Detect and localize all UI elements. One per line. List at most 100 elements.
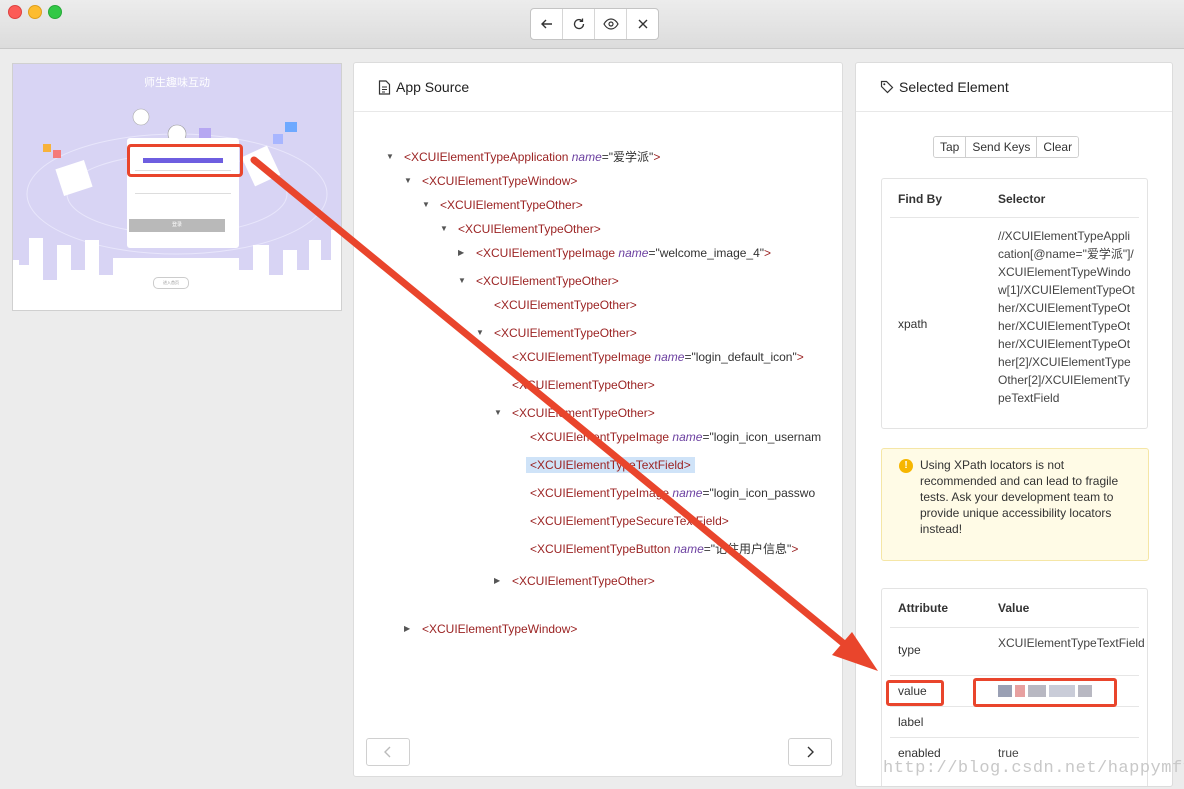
tree-node[interactable]: <XCUIElementTypeImage name="welcome_imag… <box>476 245 771 261</box>
tree-node[interactable]: <XCUIElementTypeOther> <box>476 273 619 289</box>
tree-node[interactable]: <XCUIElementTypeOther> <box>494 325 637 341</box>
caret-down-icon[interactable]: ▼ <box>476 328 484 337</box>
back-button[interactable] <box>531 9 563 39</box>
screenshot-wave-decoration <box>13 230 341 310</box>
send-keys-button[interactable]: Send Keys <box>966 137 1038 157</box>
device-screenshot[interactable]: 师生趣味互动 登录 进入首页 <box>12 63 342 311</box>
zoom-window-button[interactable] <box>48 5 62 19</box>
tree-node[interactable]: <XCUIElementTypeButton name="记住用户信息"> <box>530 541 798 557</box>
tree-node-attr: name <box>669 430 703 444</box>
tree-node[interactable]: <XCUIElementTypeImage name="login_icon_p… <box>530 485 815 501</box>
tree-node-tag: <XCUIElementTypeOther> <box>512 406 655 420</box>
inspect-toggle-button[interactable] <box>595 9 627 39</box>
enter-home-pill[interactable]: 进入首页 <box>153 277 189 289</box>
tree-node-tag: <XCUIElementTypeTextField> <box>530 458 691 472</box>
tree-node-value: "记住用户信息" <box>710 542 792 556</box>
tree-node-tag: <XCUIElementTypeImage <box>512 350 652 364</box>
tree-node[interactable]: <XCUIElementTypeOther> <box>458 221 601 237</box>
tree-node[interactable]: <XCUIElementTypeImage name="login_defaul… <box>512 349 804 365</box>
tree-node-tag: <XCUIElementTypeOther> <box>512 378 655 392</box>
tree-node[interactable]: <XCUIElementTypeOther> <box>440 197 583 213</box>
selected-element-panel: Selected Element Tap Send Keys Clear Fin… <box>855 62 1173 787</box>
tree-node-tag: <XCUIElementTypeImage <box>530 486 670 500</box>
caret-right-icon[interactable]: ▶ <box>458 248 464 257</box>
tree-node-tag: <XCUIElementTypeImage <box>530 430 670 444</box>
tree-node[interactable]: <XCUIElementTypeOther> <box>512 377 655 393</box>
tree-node-tag: <XCUIElementTypeOther> <box>512 574 655 588</box>
caret-down-icon[interactable]: ▼ <box>494 408 502 417</box>
minimize-window-button[interactable] <box>28 5 42 19</box>
tree-node[interactable]: <XCUIElementTypeSecureTextField> <box>530 513 729 529</box>
tree-node-tag: <XCUIElementTypeOther> <box>458 222 601 236</box>
tree-node-attr: name <box>670 542 704 556</box>
close-icon <box>638 19 647 29</box>
inspector-toolbar <box>530 8 659 40</box>
tree-node-tag: <XCUIElementTypeOther> <box>494 298 637 312</box>
close-window-button[interactable] <box>8 5 22 19</box>
value-key-highlight <box>886 680 944 706</box>
eye-icon <box>602 18 619 30</box>
tree-node[interactable]: <XCUIElementTypeApplication name="爱学派"> <box>404 149 660 165</box>
caret-down-icon[interactable]: ▼ <box>440 224 448 233</box>
tree-node[interactable]: <XCUIElementTypeOther> <box>494 297 637 313</box>
tree-node-tag: <XCUIElementTypeWindow> <box>422 622 578 636</box>
tree-node[interactable]: <XCUIElementTypeOther> <box>512 573 655 589</box>
tree-node[interactable]: <XCUIElementTypeOther> <box>512 405 655 421</box>
tree-node-attr: name <box>615 246 649 260</box>
tree-node-tag: <XCUIElementTypeSecureTextField> <box>530 514 729 528</box>
caret-down-icon[interactable]: ▼ <box>422 200 430 209</box>
app-source-header: App Source <box>354 63 842 112</box>
attribute-row-type: type XCUIElementTypeTextField <box>890 627 1145 676</box>
refresh-button[interactable] <box>563 9 595 39</box>
caret-down-icon[interactable]: ▼ <box>404 176 412 185</box>
refresh-icon <box>573 18 584 30</box>
attribute-value: XCUIElementTypeTextField <box>998 636 1145 650</box>
selector-header: Selector <box>998 192 1046 206</box>
find-by-header: Find By <box>898 192 942 206</box>
caret-down-icon[interactable]: ▼ <box>458 276 466 285</box>
tree-node-attr: name <box>568 150 602 164</box>
tree-node-value: "login_icon_usernam <box>709 430 822 444</box>
tree-node-tag: <XCUIElementTypeOther> <box>494 326 637 340</box>
selected-element-title: Selected Element <box>899 79 1009 95</box>
selected-element-header: Selected Element <box>856 63 1172 112</box>
tree-node-value: "爱学派" <box>608 150 654 164</box>
tree-node-tag: <XCUIElementTypeApplication <box>404 150 569 164</box>
tree-node-attr: name <box>669 486 703 500</box>
screenshot-highlight-box <box>127 144 243 177</box>
value-header: Value <box>998 601 1030 615</box>
tree-node-value: "login_icon_passwo <box>709 486 816 500</box>
attribute-header: Attribute <box>898 601 948 615</box>
warning-icon: ! <box>899 459 913 473</box>
tree-node-value: "login_default_icon" <box>691 350 797 364</box>
next-button[interactable] <box>788 738 832 766</box>
warning-text: Using XPath locators is not recommended … <box>920 458 1119 536</box>
arrow-left-icon <box>540 19 552 29</box>
prev-button[interactable] <box>366 738 410 766</box>
app-source-panel: App Source ▼ <XCUIElementTypeApplication … <box>353 62 843 777</box>
tree-node[interactable]: <XCUIElementTypeWindow> <box>422 173 577 189</box>
tag-icon <box>880 80 894 94</box>
find-by-table: Find By Selector xpath //XCUIElementType… <box>881 178 1148 429</box>
caret-right-icon[interactable]: ▶ <box>404 624 410 633</box>
tree-node-tag: <XCUIElementTypeImage <box>476 246 616 260</box>
attribute-key: type <box>898 643 921 657</box>
tree-node-tag: <XCUIElementTypeButton <box>530 542 671 556</box>
quit-session-button[interactable] <box>627 9 658 39</box>
find-by-key: xpath <box>898 317 928 331</box>
xpath-warning: ! Using XPath locators is not recommende… <box>881 448 1149 561</box>
tree-node[interactable]: <XCUIElementTypeWindow> <box>422 621 577 637</box>
tree-node-tag: <XCUIElementTypeOther> <box>476 274 619 288</box>
tree-node[interactable]: <XCUIElementTypeTextField> <box>526 457 695 473</box>
tree-node[interactable]: <XCUIElementTypeImage name="login_icon_u… <box>530 429 821 445</box>
tree-node-attr: name <box>651 350 685 364</box>
attribute-key: enabled <box>898 746 941 760</box>
file-icon <box>378 79 391 95</box>
caret-right-icon[interactable]: ▶ <box>494 576 500 585</box>
caret-down-icon[interactable]: ▼ <box>386 152 394 161</box>
value-cell-highlight <box>973 678 1117 707</box>
chevron-right-icon <box>807 746 814 758</box>
attribute-key: label <box>898 715 924 729</box>
tap-button[interactable]: Tap <box>934 137 967 157</box>
clear-button[interactable]: Clear <box>1037 137 1079 157</box>
